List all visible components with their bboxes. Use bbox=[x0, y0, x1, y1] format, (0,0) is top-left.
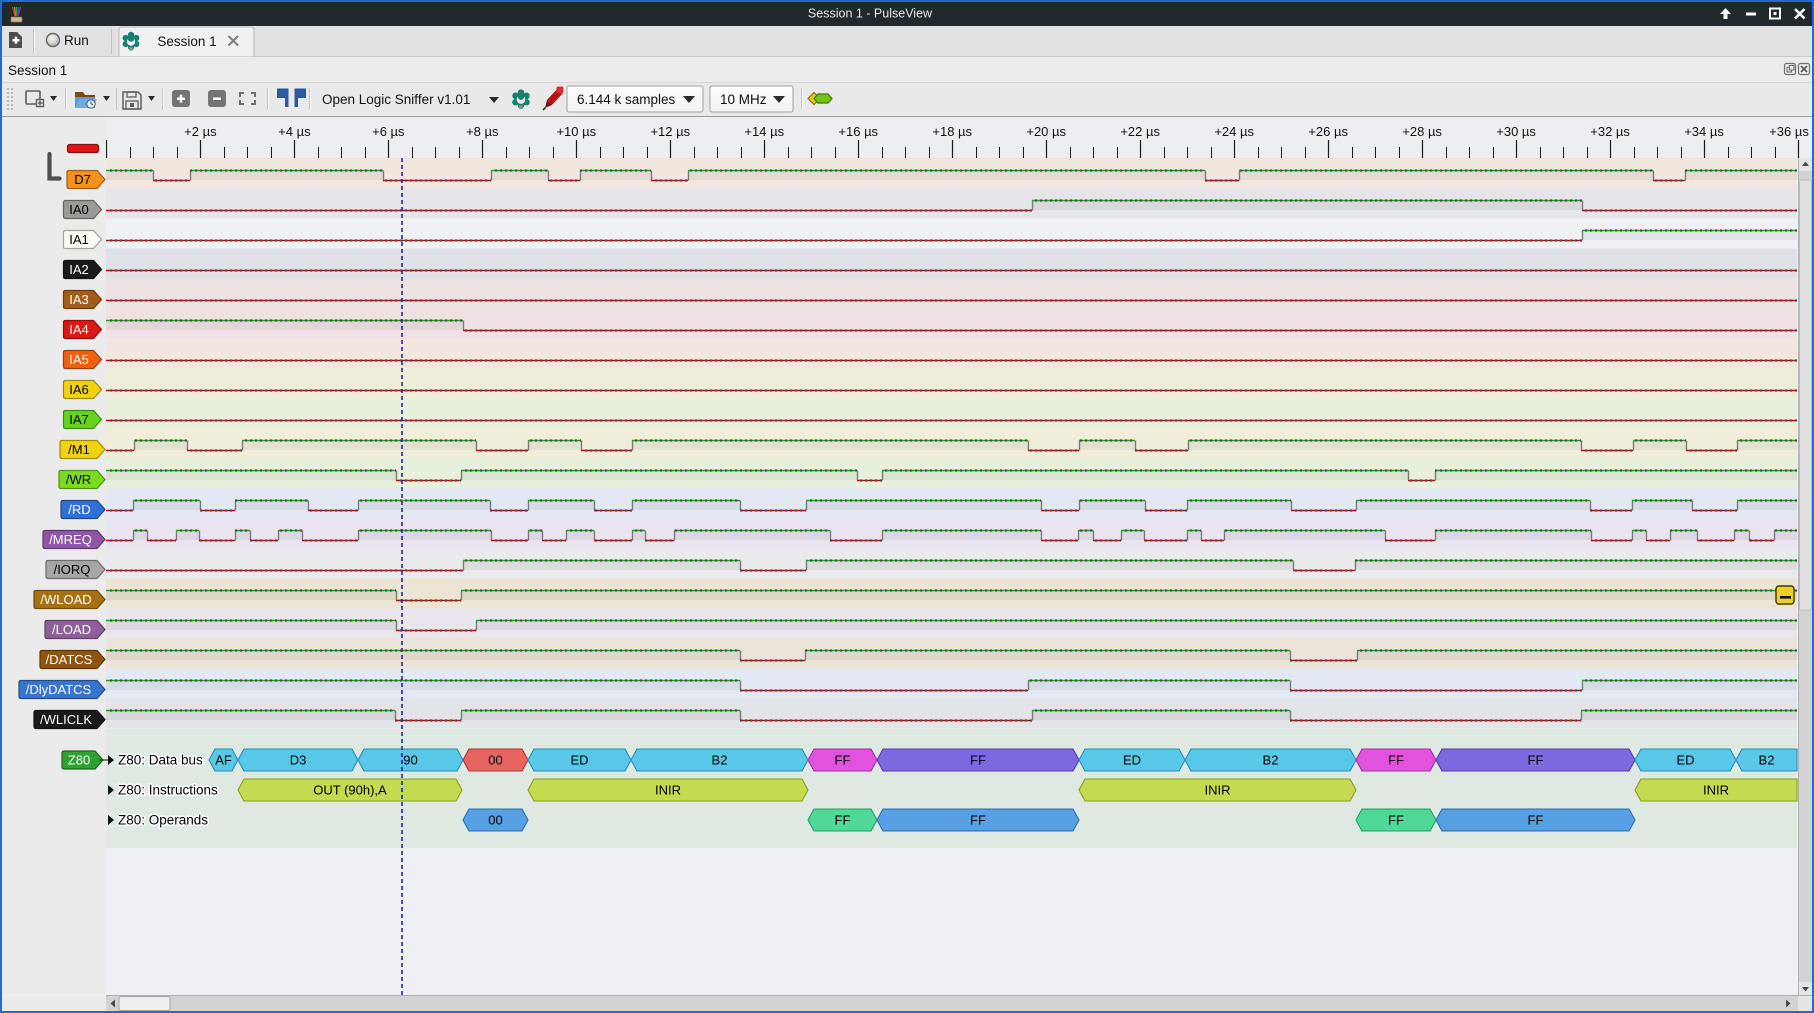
svg-text:Run: Run bbox=[64, 33, 89, 48]
svg-text:/RD: /RD bbox=[68, 502, 90, 517]
svg-text:+36 µs: +36 µs bbox=[1769, 124, 1809, 139]
svg-text:ED: ED bbox=[1123, 753, 1141, 768]
svg-text:/M1: /M1 bbox=[68, 442, 90, 457]
svg-text:+20 µs: +20 µs bbox=[1026, 124, 1066, 139]
svg-text:FF: FF bbox=[970, 813, 986, 828]
svg-text:+10 µs: +10 µs bbox=[556, 124, 596, 139]
svg-text:D7: D7 bbox=[74, 172, 91, 187]
svg-text:+14 µs: +14 µs bbox=[744, 124, 784, 139]
svg-text:+24 µs: +24 µs bbox=[1214, 124, 1254, 139]
svg-text:IA2: IA2 bbox=[69, 262, 89, 277]
svg-text:IA1: IA1 bbox=[69, 232, 89, 247]
svg-text:Z80: Operands: Z80: Operands bbox=[118, 813, 208, 828]
svg-text:+8 µs: +8 µs bbox=[466, 124, 499, 139]
svg-text:/IORQ: /IORQ bbox=[54, 562, 91, 577]
svg-text:ED: ED bbox=[570, 753, 588, 768]
svg-text:INIR: INIR bbox=[1205, 783, 1231, 798]
svg-text:6.144 k samples: 6.144 k samples bbox=[577, 92, 676, 107]
svg-text:10 MHz: 10 MHz bbox=[720, 92, 767, 107]
svg-text:/DATCS: /DATCS bbox=[46, 652, 93, 667]
svg-text:ED: ED bbox=[1676, 753, 1694, 768]
svg-text:D3: D3 bbox=[290, 753, 307, 768]
svg-text:FF: FF bbox=[1388, 813, 1404, 828]
svg-text:INIR: INIR bbox=[1703, 783, 1729, 798]
svg-text:90: 90 bbox=[403, 753, 417, 768]
svg-text:IA4: IA4 bbox=[69, 322, 89, 337]
svg-text:+22 µs: +22 µs bbox=[1120, 124, 1160, 139]
svg-text:00: 00 bbox=[488, 753, 502, 768]
svg-text:+12 µs: +12 µs bbox=[650, 124, 690, 139]
svg-text:B2: B2 bbox=[1263, 753, 1279, 768]
svg-text:/MREQ: /MREQ bbox=[49, 532, 92, 547]
svg-text:Z80: Instructions: Z80: Instructions bbox=[118, 783, 218, 798]
svg-text:AF: AF bbox=[215, 753, 232, 768]
svg-text:+32 µs: +32 µs bbox=[1590, 124, 1630, 139]
svg-text:+4 µs: +4 µs bbox=[278, 124, 311, 139]
svg-text:Session 1 - PulseView: Session 1 - PulseView bbox=[808, 7, 933, 21]
svg-text:00: 00 bbox=[488, 813, 502, 828]
svg-text:FF: FF bbox=[1528, 813, 1544, 828]
svg-text:INIR: INIR bbox=[655, 783, 681, 798]
svg-text:IA7: IA7 bbox=[69, 412, 89, 427]
svg-text:+6 µs: +6 µs bbox=[372, 124, 405, 139]
svg-text:/WLOAD: /WLOAD bbox=[40, 592, 91, 607]
svg-text:Session 1: Session 1 bbox=[8, 63, 67, 78]
svg-text:IA5: IA5 bbox=[69, 352, 89, 367]
svg-text:FF: FF bbox=[835, 813, 851, 828]
svg-text:IA6: IA6 bbox=[69, 382, 89, 397]
svg-text:IA3: IA3 bbox=[69, 292, 89, 307]
svg-text:+16 µs: +16 µs bbox=[838, 124, 878, 139]
svg-text:/LOAD: /LOAD bbox=[52, 622, 91, 637]
svg-text:FF: FF bbox=[1388, 753, 1404, 768]
svg-text:OUT (90h),A: OUT (90h),A bbox=[313, 783, 387, 798]
svg-text:+34 µs: +34 µs bbox=[1684, 124, 1724, 139]
svg-text:Session 1: Session 1 bbox=[157, 34, 216, 49]
svg-text:+18 µs: +18 µs bbox=[932, 124, 972, 139]
svg-text:Z80: Data bus: Z80: Data bus bbox=[118, 753, 203, 768]
svg-text:+28 µs: +28 µs bbox=[1402, 124, 1442, 139]
svg-text:FF: FF bbox=[970, 753, 986, 768]
svg-text:+26 µs: +26 µs bbox=[1308, 124, 1348, 139]
svg-text:/WLICLK: /WLICLK bbox=[40, 712, 92, 727]
svg-text:+30 µs: +30 µs bbox=[1496, 124, 1536, 139]
svg-text:Open Logic Sniffer v1.01: Open Logic Sniffer v1.01 bbox=[322, 92, 470, 107]
svg-text:FF: FF bbox=[835, 753, 851, 768]
svg-text:B2: B2 bbox=[712, 753, 728, 768]
svg-text:/DlyDATCS: /DlyDATCS bbox=[26, 682, 92, 697]
svg-text:FF: FF bbox=[1528, 753, 1544, 768]
svg-text:/WR: /WR bbox=[66, 472, 91, 487]
svg-text:Z80: Z80 bbox=[68, 753, 90, 768]
svg-text:B2: B2 bbox=[1759, 753, 1775, 768]
svg-text:IA0: IA0 bbox=[69, 202, 89, 217]
svg-text:+2 µs: +2 µs bbox=[184, 124, 217, 139]
